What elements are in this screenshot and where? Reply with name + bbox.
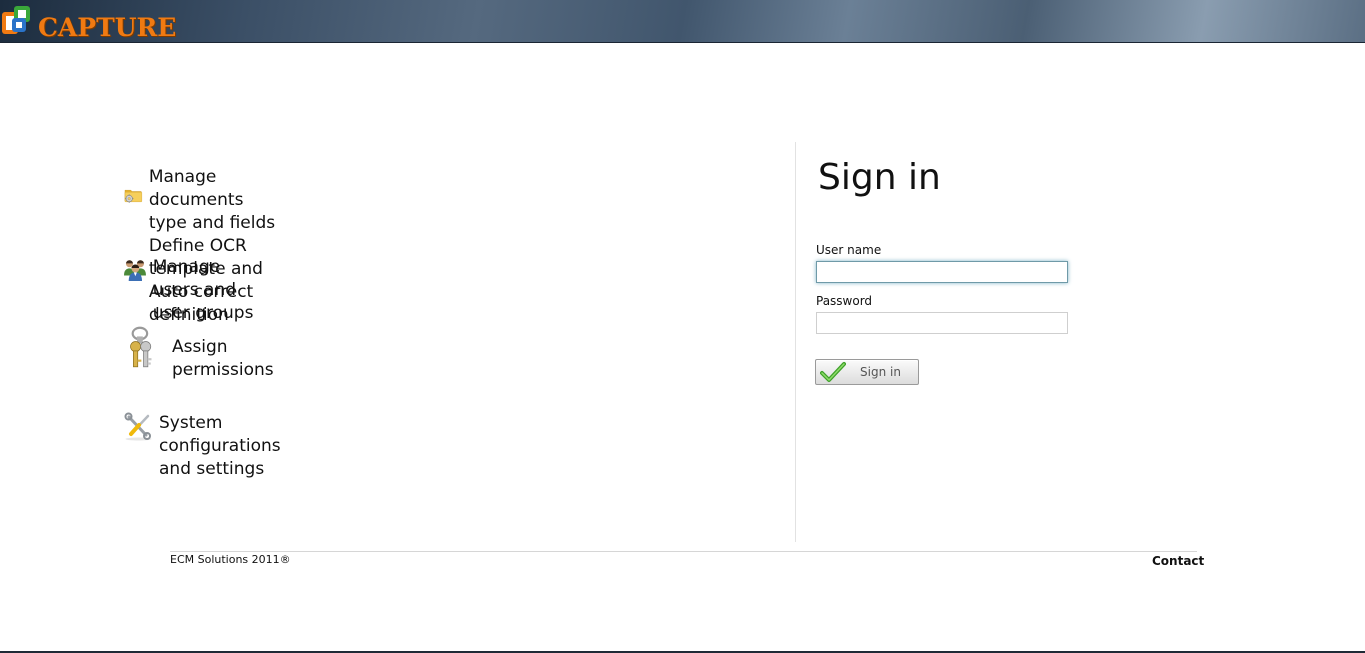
- menu-item-label: System configurations and settings: [159, 413, 281, 479]
- app-logo[interactable]: CAPTURE: [0, 2, 176, 42]
- password-input[interactable]: [816, 312, 1068, 334]
- signin-title: Sign in: [818, 157, 941, 198]
- menu-item-manage-users[interactable]: Manage users and user groups: [124, 240, 256, 325]
- signin-button[interactable]: Sign in: [815, 359, 919, 385]
- keys-icon: [130, 326, 152, 368]
- menu-item-assign-permissions[interactable]: Assign permissions: [124, 318, 290, 382]
- signin-button-label: Sign in: [860, 365, 901, 379]
- contact-link[interactable]: Contact: [1152, 554, 1204, 568]
- password-label: Password: [816, 294, 873, 308]
- username-input[interactable]: [816, 261, 1068, 283]
- checkmark-icon: [820, 362, 846, 382]
- folder-gear-icon: [124, 189, 143, 203]
- vertical-divider: [795, 142, 796, 542]
- copyright-text: ECM Solutions 2011®: [170, 553, 291, 566]
- menu-item-label: Manage users and user groups: [152, 257, 254, 323]
- username-label: User name: [816, 243, 882, 257]
- app-header: CAPTURE: [0, 0, 1365, 43]
- users-icon: [124, 260, 146, 281]
- logo-text: CAPTURE: [38, 12, 177, 42]
- footer-divider: [170, 551, 1197, 552]
- capture-logo-icon: [2, 6, 30, 34]
- menu-item-label-line1: Manage documents type and fields: [148, 167, 276, 233]
- tools-icon: [124, 412, 152, 441]
- menu-item-system-configurations[interactable]: System configurations and settings: [124, 398, 310, 481]
- menu-item-label: Assign permissions: [171, 337, 274, 380]
